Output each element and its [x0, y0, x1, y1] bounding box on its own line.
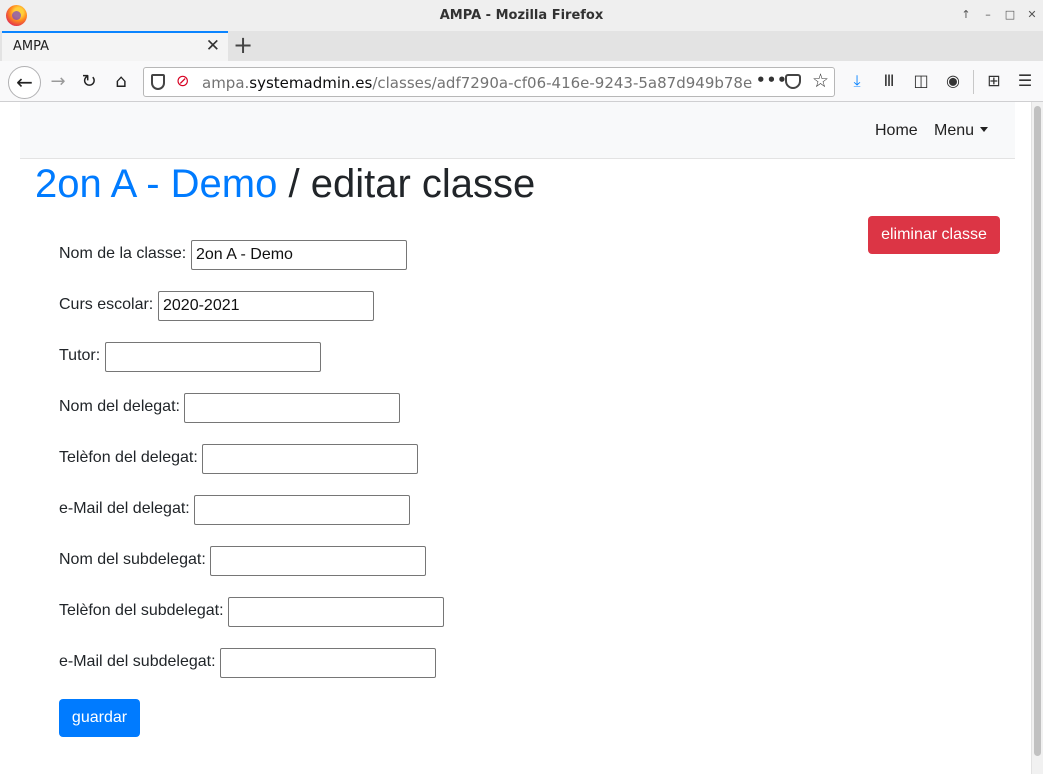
subdelegate-phone-input[interactable] — [228, 597, 444, 627]
url-domain: systemadmin.es — [249, 74, 373, 92]
tab-strip: AMPA ✕ + — [0, 31, 1043, 61]
tracking-shield-icon[interactable] — [151, 74, 165, 90]
url-host-prefix: ampa. — [202, 74, 250, 92]
home-icon[interactable]: ⌂ — [110, 71, 132, 93]
delegate-email-input[interactable] — [194, 495, 410, 525]
back-arrow-icon[interactable]: ← — [8, 66, 41, 99]
url-bar[interactable]: ⊘ ampa.systemadmin.es/classes/adf7290a-c… — [143, 67, 835, 97]
forward-arrow-icon[interactable]: → — [47, 71, 69, 93]
window-titlebar: AMPA - Mozilla Firefox ↑ – □ ✕ — [0, 0, 1043, 31]
school-year-label: Curs escolar: — [59, 296, 154, 313]
page-actions-button[interactable]: ••• — [756, 71, 788, 89]
window-title: AMPA - Mozilla Firefox — [439, 8, 604, 23]
delegate-phone-label: Telèfon del delegat: — [59, 449, 198, 466]
delete-class-button[interactable]: eliminar classe — [868, 216, 1000, 254]
url-path: /classes/adf7290a-cf06-416e-9243-5a87d94… — [372, 74, 752, 92]
page-title-suffix: / editar classe — [277, 162, 536, 206]
library-icon[interactable]: Ⅲ — [878, 70, 900, 92]
nav-menu-dropdown[interactable]: Menu — [934, 122, 989, 140]
tab-title: AMPA — [13, 39, 50, 54]
delegate-name-label: Nom del delegat: — [59, 398, 180, 415]
subdelegate-phone-label: Telèfon del subdelegat: — [59, 602, 224, 619]
sidebar-icon[interactable]: ◫ — [910, 70, 932, 92]
hamburger-menu-icon[interactable]: ☰ — [1014, 70, 1036, 92]
scrollbar-thumb[interactable] — [1034, 106, 1041, 756]
save-button[interactable]: guardar — [59, 699, 140, 737]
nav-home-link[interactable]: Home — [875, 122, 918, 140]
reload-icon[interactable]: ↻ — [78, 71, 100, 93]
tutor-input[interactable] — [105, 342, 321, 372]
class-name-label: Nom de la classe: — [59, 245, 187, 262]
delegate-email-label: e-Mail del delegat: — [59, 500, 190, 517]
subdelegate-email-input[interactable] — [220, 648, 436, 678]
pocket-icon[interactable] — [785, 74, 801, 89]
subdelegate-name-input[interactable] — [210, 546, 426, 576]
window-close-button[interactable]: ✕ — [1024, 7, 1040, 23]
subdelegate-email-label: e-Mail del subdelegat: — [59, 653, 216, 670]
window-minimize-button[interactable]: – — [980, 7, 996, 23]
download-icon[interactable]: ⤓ — [846, 70, 868, 92]
navigation-toolbar: ← → ↻ ⌂ ⊘ ampa.systemadmin.es/classes/ad… — [0, 61, 1043, 102]
url-text[interactable]: ampa.systemadmin.es/classes/adf7290a-cf0… — [202, 74, 752, 92]
page-content: Home Menu 2on A - Demo / editar classe e… — [0, 102, 1031, 774]
site-navbar: Home Menu — [20, 102, 1015, 159]
new-tab-icon[interactable]: + — [233, 32, 253, 58]
delegate-name-input[interactable] — [184, 393, 400, 423]
page-scrollbar[interactable] — [1031, 102, 1043, 774]
class-title-link[interactable]: 2on A - Demo — [35, 162, 277, 206]
close-tab-icon[interactable]: ✕ — [206, 36, 220, 56]
insecure-lock-icon[interactable]: ⊘ — [176, 71, 189, 90]
subdelegate-name-label: Nom del subdelegat: — [59, 551, 206, 568]
page-title: 2on A - Demo / editar classe — [35, 162, 535, 207]
bookmark-star-icon[interactable]: ☆ — [812, 70, 829, 92]
toolbar-separator — [973, 70, 974, 94]
window-raise-button[interactable]: ↑ — [958, 7, 974, 23]
extensions-icon[interactable]: ⊞ — [983, 70, 1005, 92]
tab-ampa[interactable]: AMPA ✕ — [2, 31, 228, 61]
nav-menu-label: Menu — [934, 122, 975, 139]
school-year-input[interactable] — [158, 291, 374, 321]
delegate-phone-input[interactable] — [202, 444, 418, 474]
window-maximize-button[interactable]: □ — [1002, 7, 1018, 23]
tutor-label: Tutor: — [59, 347, 101, 364]
class-name-input[interactable] — [191, 240, 407, 270]
chevron-down-icon — [980, 127, 989, 132]
account-icon[interactable]: ◉ — [942, 70, 964, 92]
